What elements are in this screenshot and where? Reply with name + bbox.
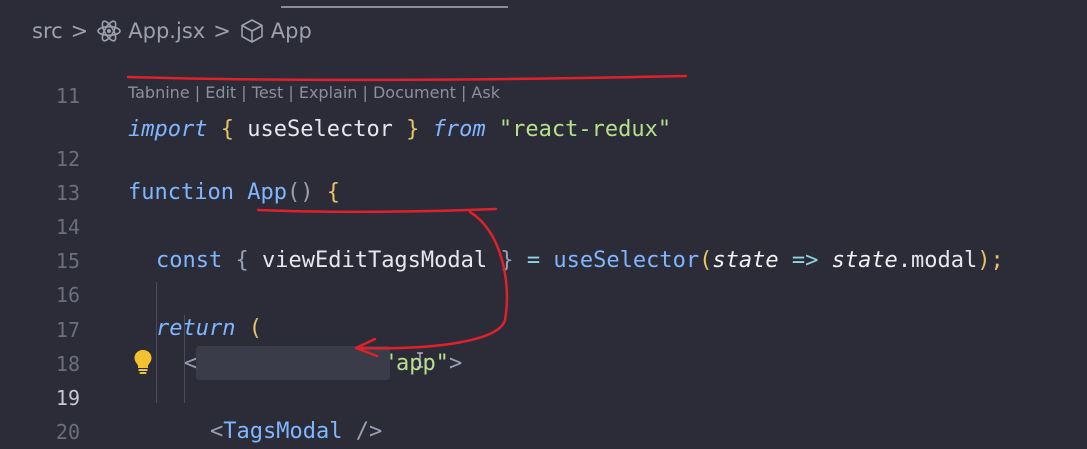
code-line-20[interactable]: 20 bbox=[0, 381, 1087, 444]
code-line-11[interactable]: 11 import { useSelector } from "react-re… bbox=[0, 45, 1087, 142]
code-line-12[interactable]: 12 function App() { bbox=[0, 108, 1087, 205]
breadcrumb-separator: > bbox=[213, 19, 231, 43]
code-line-15[interactable]: 15 bbox=[0, 210, 1087, 273]
text-cursor-icon bbox=[416, 352, 424, 372]
tab-underline bbox=[281, 6, 508, 8]
code-line-17[interactable]: 17 <div className="app"> bbox=[0, 279, 1087, 376]
breadcrumb-file[interactable]: App.jsx bbox=[128, 19, 205, 43]
breadcrumb-src[interactable]: src bbox=[32, 19, 63, 43]
codelens-actions[interactable]: Tabnine | Edit | Test | Explain | Docume… bbox=[128, 83, 500, 102]
code-line-16[interactable]: 16 return ( bbox=[0, 244, 1087, 341]
breadcrumb: src > App.jsx > App bbox=[32, 16, 312, 46]
code-line-19[interactable]: 19 <TagsModal /> bbox=[0, 347, 1087, 444]
lightbulb-icon[interactable] bbox=[133, 349, 153, 375]
code-line-18[interactable]: 18 bbox=[0, 313, 1087, 376]
react-icon bbox=[96, 18, 122, 44]
breadcrumb-symbol[interactable]: App bbox=[271, 19, 312, 43]
component-cube-icon bbox=[239, 18, 265, 44]
code-line-14[interactable]: 14 const { viewEditTagsModal } = useSele… bbox=[0, 176, 1087, 273]
code-text: <TagsModal /> bbox=[210, 419, 383, 444]
code-line-13[interactable]: 13 bbox=[0, 142, 1087, 205]
breadcrumb-separator: > bbox=[70, 19, 89, 43]
line-number: 20 bbox=[55, 420, 80, 444]
